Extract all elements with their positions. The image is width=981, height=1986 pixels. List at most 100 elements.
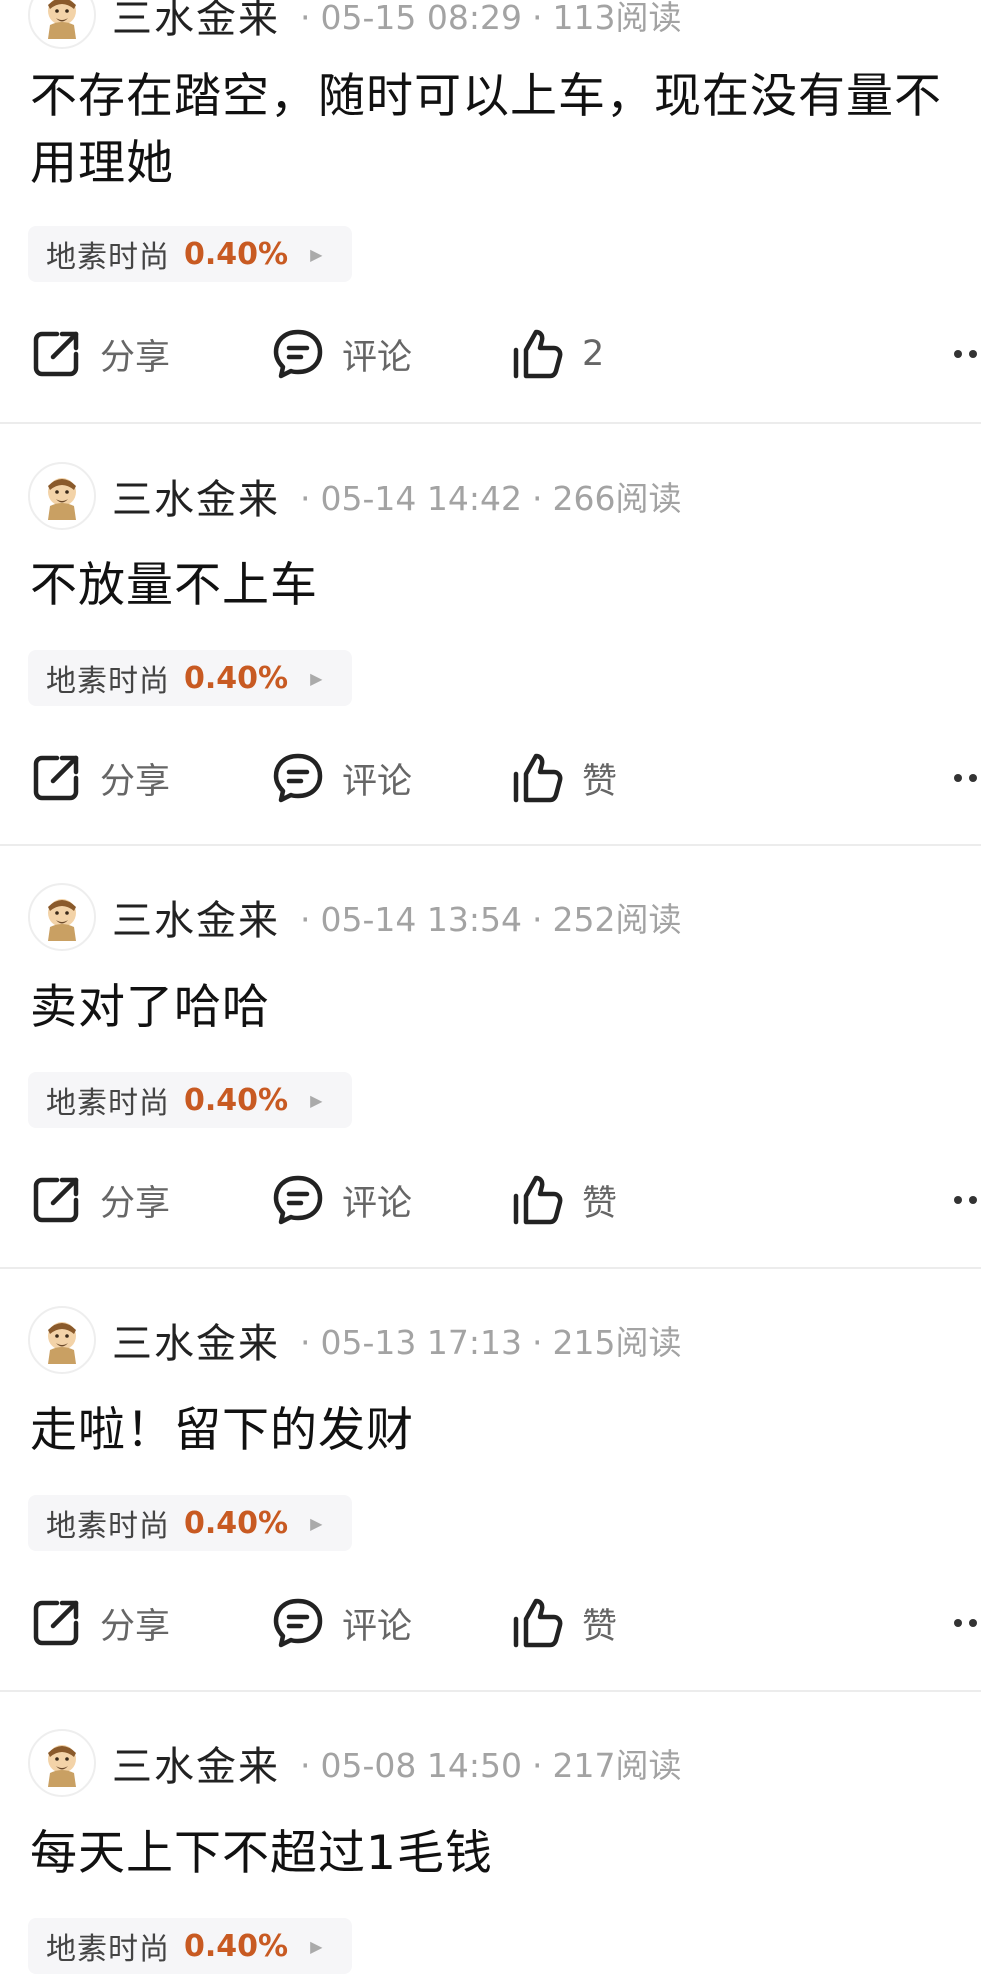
like-button[interactable]: 赞 <box>510 748 617 808</box>
share-button[interactable]: 分享 <box>28 324 170 384</box>
thumbs-up-icon <box>510 750 566 806</box>
post-content-line: 不存在踏空，随时可以上车，现在没有量不 <box>30 69 942 124</box>
stock-name: 地素时尚 <box>46 240 170 275</box>
avatar-icon <box>48 1322 76 1364</box>
triangle-right-icon: ▶ <box>310 668 323 688</box>
post-content[interactable]: 走啦！留下的发财 <box>30 1397 981 1464</box>
stock-name: 地素时尚 <box>46 1509 170 1544</box>
post-content-line: 每天上下不超过1毛钱 <box>30 1826 493 1881</box>
like-button[interactable]: 2 <box>510 324 604 384</box>
post-date: 05-08 14:50 <box>320 1746 522 1785</box>
author-name[interactable]: 三水金来 <box>112 1311 280 1369</box>
post-meta: · 05-14 13:54 · 252阅读 <box>300 900 682 939</box>
comment-button[interactable]: 评论 <box>270 748 412 808</box>
more-icon <box>954 350 977 358</box>
triangle-right-icon: ▶ <box>310 1090 323 1110</box>
comment-icon <box>270 1172 326 1228</box>
comment-icon <box>270 1595 326 1651</box>
share-label: 分享 <box>100 337 171 378</box>
post-meta: · 05-13 17:13 · 215阅读 <box>300 1323 682 1362</box>
stock-change: 0.40% <box>184 1505 289 1541</box>
avatar[interactable] <box>28 462 96 530</box>
action-bar: 分享 评论 赞 <box>0 1170 981 1230</box>
avatar[interactable] <box>28 883 96 951</box>
share-label: 分享 <box>100 1606 171 1647</box>
post-meta: · 05-15 08:29 · 113阅读 <box>300 0 682 37</box>
share-button[interactable]: 分享 <box>28 748 170 808</box>
post-feed: 三水金来 · 05-15 08:29 · 113阅读 不存在踏空，随时可以上车，现在没… <box>0 0 981 1974</box>
avatar-icon <box>48 0 76 39</box>
stock-change: 0.40% <box>184 660 289 696</box>
avatar[interactable] <box>28 1306 96 1374</box>
stock-tag[interactable]: 地素时尚 0.40% ▶ <box>28 1072 352 1128</box>
post-content-line: 卖对了哈哈 <box>30 980 270 1035</box>
post-date: 05-14 13:54 <box>320 900 522 939</box>
post-header: 三水金来 · 05-14 14:42 · 266阅读 <box>28 461 681 531</box>
post-card[interactable]: 三水金来 · 05-13 17:13 · 215阅读 走啦！留下的发财 地素时尚 0.… <box>0 1269 981 1692</box>
post-header: 三水金来 · 05-13 17:13 · 215阅读 <box>28 1305 681 1375</box>
share-button[interactable]: 分享 <box>28 1593 170 1653</box>
more-icon <box>954 1196 977 1204</box>
stock-name: 地素时尚 <box>46 1086 170 1121</box>
post-content-line: 不放量不上车 <box>30 558 318 613</box>
more-button[interactable] <box>951 1170 981 1230</box>
share-icon <box>28 326 84 382</box>
more-button[interactable] <box>951 748 981 808</box>
author-name[interactable]: 三水金来 <box>112 0 280 44</box>
more-button[interactable] <box>951 324 981 384</box>
comment-label: 评论 <box>342 337 413 378</box>
stock-tag[interactable]: 地素时尚 0.40% ▶ <box>28 226 352 282</box>
post-content-line: 用理她 <box>30 136 174 191</box>
stock-name: 地素时尚 <box>46 664 170 699</box>
author-name[interactable]: 三水金来 <box>112 888 280 946</box>
stock-tag[interactable]: 地素时尚 0.40% ▶ <box>28 1495 352 1551</box>
read-count: 217阅读 <box>552 1746 682 1785</box>
action-bar: 分享 评论 赞 <box>0 748 981 808</box>
post-meta: · 05-08 14:50 · 217阅读 <box>300 1746 682 1785</box>
post-date: 05-14 14:42 <box>320 479 522 518</box>
post-header: 三水金来 · 05-15 08:29 · 113阅读 <box>28 0 681 50</box>
post-content[interactable]: 卖对了哈哈 <box>30 974 981 1041</box>
post-content[interactable]: 每天上下不超过1毛钱 <box>30 1820 981 1887</box>
author-name[interactable]: 三水金来 <box>112 1734 280 1792</box>
comment-label: 评论 <box>342 761 413 802</box>
like-button[interactable]: 赞 <box>510 1593 617 1653</box>
more-icon <box>954 1619 977 1627</box>
post-header: 三水金来 · 05-14 13:54 · 252阅读 <box>28 882 681 952</box>
like-label: 赞 <box>582 761 618 802</box>
comment-label: 评论 <box>342 1606 413 1647</box>
action-bar: 分享 评论 赞 <box>0 1593 981 1653</box>
stock-tag[interactable]: 地素时尚 0.40% ▶ <box>28 1918 352 1974</box>
share-icon <box>28 1172 84 1228</box>
action-bar: 分享 评论 2 <box>0 324 981 384</box>
thumbs-up-icon <box>510 1172 566 1228</box>
stock-tag[interactable]: 地素时尚 0.40% ▶ <box>28 650 352 706</box>
stock-change: 0.40% <box>184 1082 289 1118</box>
comment-button[interactable]: 评论 <box>270 1593 412 1653</box>
post-content[interactable]: 不放量不上车 <box>30 552 981 619</box>
avatar-icon <box>48 899 76 941</box>
avatar[interactable] <box>28 0 96 49</box>
author-name[interactable]: 三水金来 <box>112 467 280 525</box>
read-count: 113阅读 <box>552 0 682 37</box>
thumbs-up-icon <box>510 1595 566 1651</box>
like-button[interactable]: 赞 <box>510 1170 617 1230</box>
stock-change: 0.40% <box>184 1928 289 1964</box>
post-meta: · 05-14 14:42 · 266阅读 <box>300 479 682 518</box>
share-label: 分享 <box>100 761 171 802</box>
like-label: 赞 <box>582 1606 618 1647</box>
post-content[interactable]: 不存在踏空，随时可以上车，现在没有量不 用理她 <box>30 63 981 197</box>
avatar[interactable] <box>28 1729 96 1797</box>
post-card[interactable]: 三水金来 · 05-14 14:42 · 266阅读 不放量不上车 地素时尚 0.40… <box>0 424 981 846</box>
comment-icon <box>270 326 326 382</box>
more-button[interactable] <box>951 1593 981 1653</box>
comment-button[interactable]: 评论 <box>270 1170 412 1230</box>
post-card[interactable]: 三水金来 · 05-14 13:54 · 252阅读 卖对了哈哈 地素时尚 0.40%… <box>0 846 981 1269</box>
post-card[interactable]: 三水金来 · 05-15 08:29 · 113阅读 不存在踏空，随时可以上车，现在没… <box>0 0 981 424</box>
stock-name: 地素时尚 <box>46 1932 170 1967</box>
share-button[interactable]: 分享 <box>28 1170 170 1230</box>
post-card[interactable]: 三水金来 · 05-08 14:50 · 217阅读 每天上下不超过1毛钱 地素时尚 … <box>0 1692 981 1986</box>
share-label: 分享 <box>100 1183 171 1224</box>
comment-button[interactable]: 评论 <box>270 324 412 384</box>
stock-change: 0.40% <box>184 236 289 272</box>
